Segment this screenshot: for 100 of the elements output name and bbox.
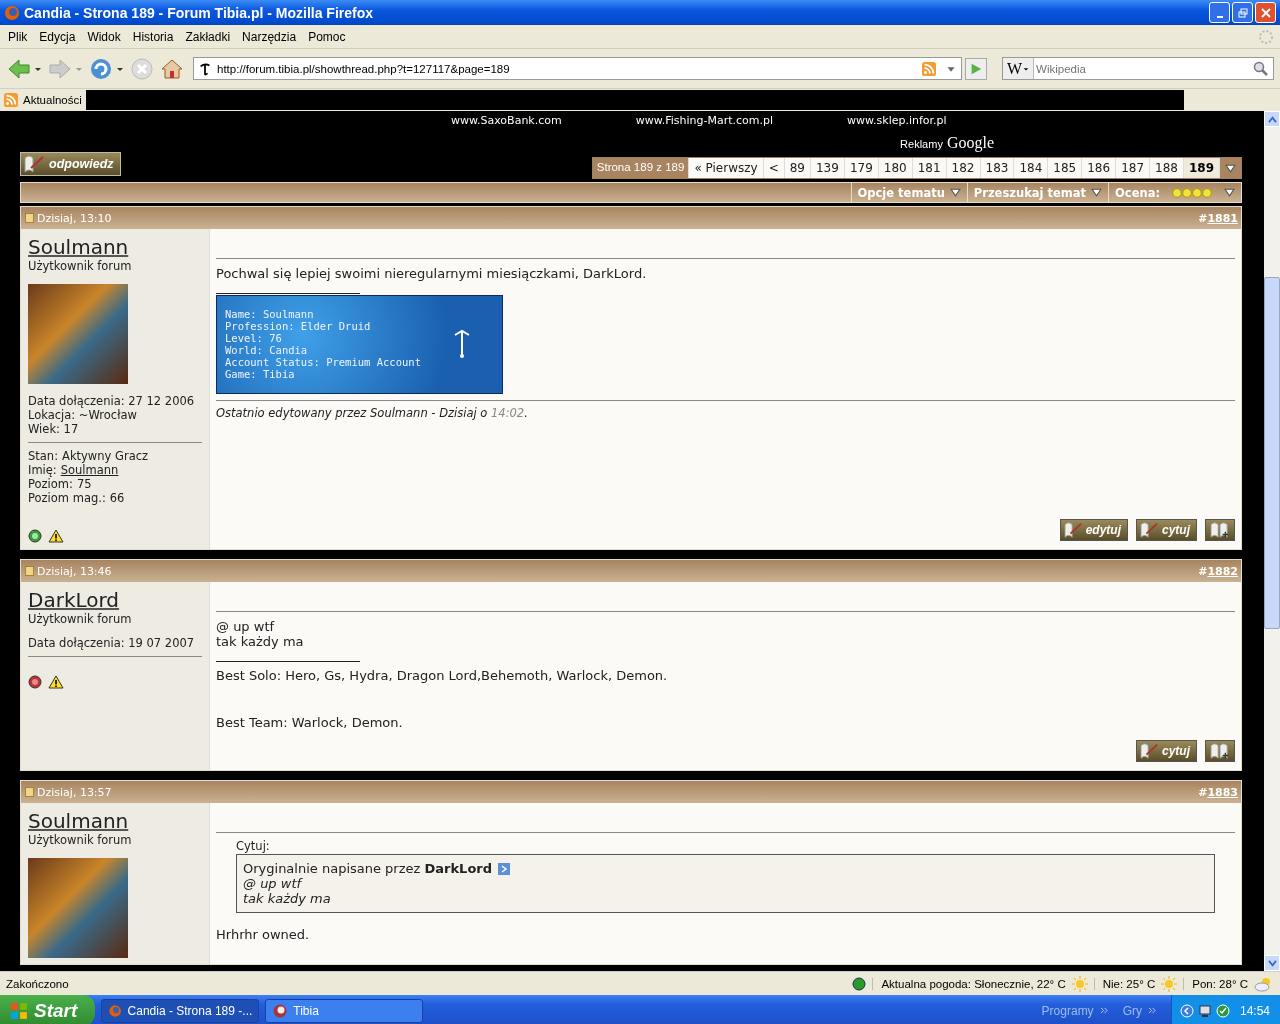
collapse-icon[interactable] bbox=[1179, 1003, 1194, 1018]
window-title: Candia - Strona 189 - Forum Tibia.pl - Mozilla Firefox bbox=[24, 4, 374, 21]
profile-value: 66 bbox=[109, 491, 125, 505]
caret-icon[interactable] bbox=[1224, 188, 1235, 197]
username-link[interactable]: DarkLord bbox=[28, 588, 120, 612]
ad-link[interactable]: www.SaxoBank.com bbox=[451, 114, 562, 127]
page-link[interactable]: 179 bbox=[843, 158, 878, 178]
minimize-button[interactable] bbox=[1209, 2, 1230, 23]
user-info: Data dołączenia: 27 12 2006 bbox=[28, 394, 196, 408]
post-date: Dzisiaj, 13:46 bbox=[37, 564, 112, 578]
profile-link[interactable]: Soulmann bbox=[60, 463, 119, 477]
edit-note: Ostatnio edytowany przez Soulmann - Dzisiaj o 14:02. bbox=[216, 406, 528, 420]
scroll-quill-icon bbox=[1139, 742, 1161, 760]
user-info: Wiek: 17 bbox=[28, 422, 80, 436]
profile-label: Stan: bbox=[28, 449, 59, 463]
warning-icon[interactable] bbox=[48, 529, 64, 543]
network-icon[interactable] bbox=[1197, 1003, 1212, 1018]
view-post-icon[interactable] bbox=[498, 862, 511, 875]
sun-icon bbox=[1071, 975, 1088, 992]
caret-icon bbox=[1091, 188, 1103, 197]
caret-icon bbox=[949, 188, 961, 197]
user-title: Użytkownik forum bbox=[28, 259, 133, 273]
multiquote-button[interactable] bbox=[1205, 519, 1235, 541]
page-link[interactable]: 189 bbox=[1182, 158, 1219, 178]
quote-button[interactable]: cytuj bbox=[1136, 740, 1197, 762]
rating-coin-icon bbox=[1182, 187, 1192, 198]
profile-label: Poziom mag.: bbox=[28, 491, 106, 505]
go-button[interactable] bbox=[965, 57, 987, 80]
play-icon bbox=[969, 61, 983, 76]
search-field[interactable]: W Wikipedia bbox=[1002, 57, 1274, 80]
user-info: Lokacja: ~Wrocław bbox=[28, 408, 138, 422]
search-engine-selector[interactable]: W bbox=[1003, 58, 1035, 79]
page-link[interactable]: 182 bbox=[945, 158, 980, 178]
menu-item[interactable]: Historia bbox=[126, 27, 180, 46]
menu-item[interactable]: Narzędzia bbox=[236, 27, 303, 46]
page-menu-button[interactable] bbox=[1219, 158, 1241, 178]
chevron-icon[interactable] bbox=[1099, 1007, 1109, 1014]
feed-icon bbox=[4, 93, 18, 107]
address-field[interactable]: http://forum.tibia.pl/showthread.php?t=127117&page=189 bbox=[193, 57, 962, 80]
menu-item[interactable]: Widok bbox=[81, 27, 127, 46]
menu-item[interactable]: Zakładki bbox=[179, 27, 237, 46]
page-link[interactable]: 184 bbox=[1013, 158, 1048, 178]
scroll-up-button[interactable] bbox=[1264, 111, 1280, 127]
multiquote-button[interactable] bbox=[1205, 740, 1235, 762]
signature-text: Level: 76 bbox=[225, 332, 283, 344]
windows-logo bbox=[10, 1001, 28, 1020]
page-link[interactable]: 139 bbox=[809, 158, 844, 178]
chevron-icon[interactable] bbox=[1147, 1007, 1157, 1014]
page-link[interactable]: 89 bbox=[783, 158, 810, 178]
signature-text: World: Candia bbox=[225, 344, 309, 356]
menu-item[interactable]: Edycja bbox=[33, 27, 82, 46]
quote-button[interactable]: cytuj bbox=[1136, 519, 1197, 541]
app-icon bbox=[272, 1002, 289, 1019]
clock: 14:54 bbox=[1239, 1003, 1270, 1018]
username-link[interactable]: Soulmann bbox=[28, 809, 129, 833]
page-link[interactable]: 187 bbox=[1115, 158, 1150, 178]
ad-link[interactable]: www.sklep.infor.pl bbox=[847, 114, 947, 127]
user-title: Użytkownik forum bbox=[28, 612, 133, 626]
post-icon bbox=[25, 213, 34, 223]
message-text: @ up wtf bbox=[216, 619, 276, 634]
search-icon[interactable] bbox=[1253, 60, 1269, 77]
scroll-down-button[interactable] bbox=[1264, 955, 1280, 971]
globe-icon bbox=[852, 976, 867, 991]
reply-button[interactable]: odpowiedz bbox=[20, 152, 121, 176]
signature-text: Profession: Elder Druid bbox=[225, 320, 372, 332]
signature-text: Best Team: Warlock, Demon. bbox=[216, 715, 404, 730]
menu-item[interactable]: Plik bbox=[2, 27, 34, 46]
scroll-quill-icon bbox=[1139, 521, 1161, 539]
previous-page-link[interactable]: < bbox=[762, 158, 784, 178]
weather-text: Pon: 28° C bbox=[1183, 977, 1248, 990]
minimize-icon bbox=[1216, 15, 1223, 18]
message-text: Hrhrhr owned. bbox=[216, 927, 311, 942]
ads-label: Reklamy bbox=[900, 138, 943, 150]
profile-value: 75 bbox=[76, 477, 92, 491]
rating-coin-icon bbox=[1202, 187, 1212, 198]
close-button[interactable] bbox=[1255, 2, 1276, 23]
page-link[interactable]: 180 bbox=[877, 158, 912, 178]
warning-icon[interactable] bbox=[48, 675, 64, 689]
username-link[interactable]: Soulmann bbox=[28, 235, 129, 259]
signature-text: Best Solo: Hero, Gs, Hydra, Dragon Lord,Behemoth, Warlock, Demon. bbox=[216, 668, 669, 683]
site-icon bbox=[198, 61, 212, 76]
firefox-icon bbox=[4, 4, 20, 21]
bookmark-item[interactable]: Aktualności bbox=[0, 93, 86, 107]
restore-button[interactable] bbox=[1232, 2, 1253, 23]
ad-link[interactable]: www.Fishing-Mart.com.pl bbox=[635, 114, 774, 127]
caret-icon bbox=[1225, 163, 1236, 173]
profile-label: Imię: bbox=[28, 463, 57, 477]
profile-value: Aktywny Gracz bbox=[62, 449, 149, 463]
edit-button[interactable]: edytuj bbox=[1059, 519, 1128, 541]
first-page-link[interactable]: « Pierwszy bbox=[688, 158, 763, 178]
page-link[interactable]: 188 bbox=[1149, 158, 1183, 178]
page-link[interactable]: 185 bbox=[1047, 158, 1082, 178]
menu-item[interactable]: Pomoc bbox=[302, 27, 352, 46]
page-link[interactable]: 183 bbox=[979, 158, 1014, 178]
quote-text: tak każdy ma bbox=[243, 891, 332, 906]
page-link[interactable]: 186 bbox=[1081, 158, 1116, 178]
message-text: Pochwal się lepiej swoimi nieregularnymi miesiączkami, DarkLord. bbox=[216, 266, 648, 281]
taskbar-window-button[interactable]: Tibia bbox=[265, 998, 424, 1023]
taskbar-window-button[interactable]: Candia - Strona 189 -... bbox=[101, 998, 260, 1023]
page-link[interactable]: 181 bbox=[911, 158, 946, 178]
